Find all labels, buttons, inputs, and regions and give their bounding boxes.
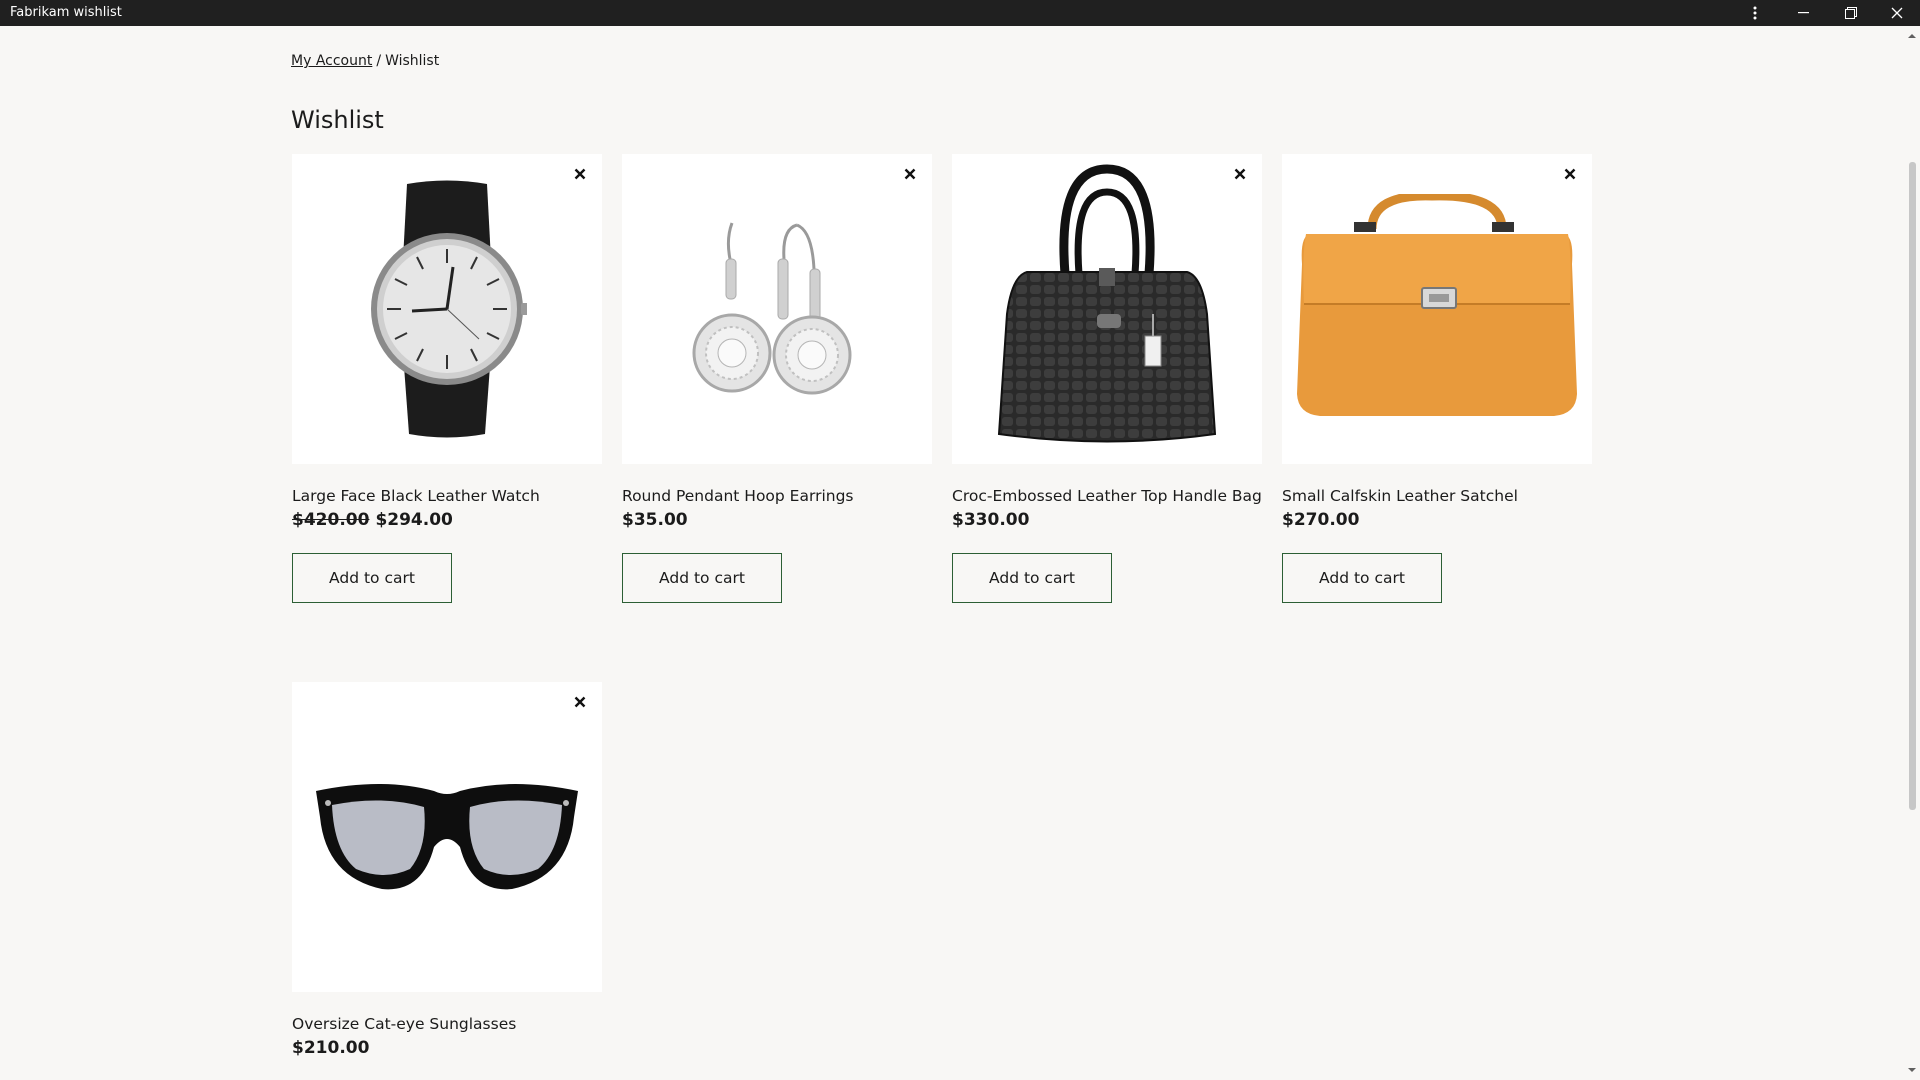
window-title: Fabrikam wishlist bbox=[10, 5, 122, 20]
breadcrumb: My Account / Wishlist bbox=[291, 53, 439, 69]
add-to-cart-button[interactable]: Add to cart bbox=[952, 553, 1112, 603]
product-name[interactable]: Large Face Black Leather Watch bbox=[292, 487, 602, 505]
remove-item-button[interactable] bbox=[570, 692, 590, 712]
product-name[interactable]: Croc-Embossed Leather Top Handle Bag bbox=[952, 487, 1262, 505]
original-price: $420.00 bbox=[292, 510, 370, 530]
sunglasses-image bbox=[316, 784, 578, 890]
minimize-button[interactable] bbox=[1781, 0, 1827, 26]
title-bar: Fabrikam wishlist bbox=[0, 0, 1920, 26]
scrollbar-thumb[interactable] bbox=[1909, 162, 1916, 810]
sale-price: $35.00 bbox=[622, 510, 688, 530]
scroll-down-arrow-icon[interactable] bbox=[1908, 1066, 1916, 1074]
more-options-button[interactable] bbox=[1732, 0, 1778, 26]
close-icon bbox=[1234, 168, 1246, 180]
remove-item-button[interactable] bbox=[900, 164, 920, 184]
sale-price: $330.00 bbox=[952, 510, 1030, 530]
vertical-scrollbar[interactable] bbox=[1904, 26, 1920, 1080]
product-name[interactable]: Small Calfskin Leather Satchel bbox=[1282, 487, 1592, 505]
product-price: $210.00 bbox=[292, 1038, 602, 1058]
product-price: $270.00 bbox=[1282, 510, 1592, 530]
wishlist-item: Small Calfskin Leather Satchel $270.00 A… bbox=[1282, 154, 1592, 603]
product-name[interactable]: Oversize Cat-eye Sunglasses bbox=[292, 1015, 602, 1033]
breadcrumb-current: Wishlist bbox=[385, 53, 440, 69]
product-image-container[interactable] bbox=[952, 154, 1262, 464]
close-window-button[interactable] bbox=[1874, 0, 1920, 26]
remove-item-button[interactable] bbox=[1560, 164, 1580, 184]
product-price: $330.00 bbox=[952, 510, 1262, 530]
product-image-container[interactable] bbox=[292, 154, 602, 464]
close-icon bbox=[574, 696, 586, 708]
breadcrumb-my-account-link[interactable]: My Account bbox=[291, 53, 372, 69]
wishlist-item: Croc-Embossed Leather Top Handle Bag $33… bbox=[952, 154, 1262, 603]
close-icon bbox=[904, 168, 916, 180]
page-title: Wishlist bbox=[291, 106, 384, 134]
sale-price: $210.00 bbox=[292, 1038, 370, 1058]
remove-item-button[interactable] bbox=[1230, 164, 1250, 184]
more-vertical-icon bbox=[1753, 6, 1757, 20]
scroll-up-arrow-icon[interactable] bbox=[1908, 32, 1916, 40]
close-icon bbox=[1891, 7, 1903, 19]
add-to-cart-button[interactable]: Add to cart bbox=[292, 553, 452, 603]
add-to-cart-button[interactable]: Add to cart bbox=[1282, 553, 1442, 603]
sale-price: $270.00 bbox=[1282, 510, 1360, 530]
close-icon bbox=[1564, 168, 1576, 180]
remove-item-button[interactable] bbox=[570, 164, 590, 184]
product-image-container[interactable] bbox=[1282, 154, 1592, 464]
product-image-container[interactable] bbox=[622, 154, 932, 464]
close-icon bbox=[574, 168, 586, 180]
earrings-image bbox=[692, 222, 852, 395]
product-image-container[interactable] bbox=[292, 682, 602, 992]
breadcrumb-separator: / bbox=[376, 53, 382, 69]
restore-button[interactable] bbox=[1828, 0, 1874, 26]
wishlist-item: Large Face Black Leather Watch $420.00 $2… bbox=[292, 154, 602, 603]
watch-image bbox=[371, 180, 527, 438]
product-price: $420.00 $294.00 bbox=[292, 510, 602, 530]
satchel-image bbox=[1297, 194, 1577, 416]
restore-icon bbox=[1845, 7, 1857, 19]
handbag-image bbox=[997, 164, 1217, 443]
add-to-cart-button[interactable]: Add to cart bbox=[622, 553, 782, 603]
wishlist-item: Round Pendant Hoop Earrings $35.00 Add t… bbox=[622, 154, 932, 603]
wishlist-item: Oversize Cat-eye Sunglasses $210.00 bbox=[292, 682, 602, 1058]
product-name[interactable]: Round Pendant Hoop Earrings bbox=[622, 487, 932, 505]
sale-price: $294.00 bbox=[375, 510, 453, 530]
minimize-icon bbox=[1798, 12, 1809, 14]
product-price: $35.00 bbox=[622, 510, 932, 530]
